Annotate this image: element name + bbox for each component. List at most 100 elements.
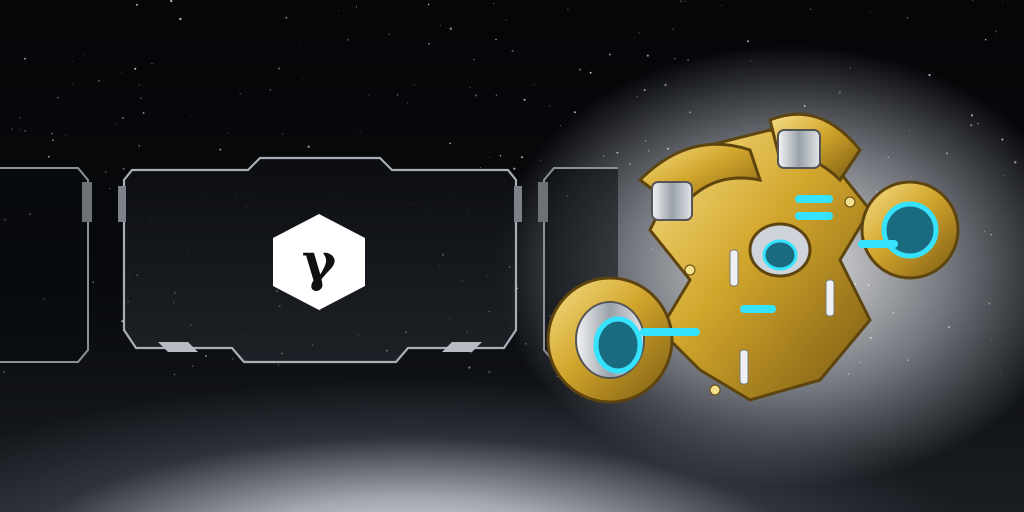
star bbox=[72, 83, 74, 85]
star bbox=[638, 32, 640, 34]
side-card-left bbox=[0, 167, 92, 363]
star bbox=[977, 122, 979, 125]
star bbox=[1004, 175, 1006, 176]
star bbox=[139, 97, 142, 100]
star bbox=[179, 17, 182, 21]
star bbox=[906, 17, 909, 19]
star bbox=[219, 148, 222, 151]
star bbox=[135, 3, 138, 6]
star bbox=[809, 8, 812, 11]
star bbox=[646, 54, 649, 57]
star bbox=[579, 68, 582, 71]
star bbox=[396, 94, 398, 96]
star bbox=[495, 94, 498, 96]
star bbox=[13, 92, 15, 94]
star bbox=[406, 107, 408, 109]
star bbox=[680, 0, 682, 2]
star bbox=[51, 133, 53, 135]
star bbox=[493, 3, 495, 5]
star bbox=[368, 94, 370, 96]
star bbox=[523, 98, 526, 101]
star bbox=[720, 5, 722, 7]
star bbox=[285, 16, 288, 19]
star bbox=[282, 133, 284, 135]
star bbox=[302, 77, 304, 79]
star bbox=[172, 13, 174, 15]
star bbox=[427, 3, 430, 6]
star bbox=[77, 41, 79, 43]
star bbox=[473, 58, 475, 61]
star bbox=[109, 187, 111, 190]
star bbox=[1014, 161, 1017, 164]
star bbox=[142, 112, 145, 114]
star bbox=[687, 59, 689, 61]
star bbox=[511, 49, 514, 52]
star bbox=[901, 48, 903, 50]
star bbox=[278, 67, 281, 70]
star bbox=[170, 0, 173, 3]
star bbox=[1002, 1, 1003, 3]
badge-glyph: γ bbox=[302, 232, 337, 293]
star bbox=[995, 108, 997, 109]
star bbox=[359, 132, 361, 134]
star bbox=[173, 373, 176, 376]
star bbox=[982, 195, 983, 196]
star bbox=[428, 42, 430, 45]
star bbox=[469, 86, 471, 88]
star bbox=[533, 84, 535, 86]
star bbox=[18, 116, 21, 119]
star bbox=[608, 53, 611, 56]
star bbox=[869, 11, 871, 13]
banner-scene: γ bbox=[0, 0, 1024, 512]
star bbox=[669, 2, 671, 4]
star bbox=[19, 128, 21, 130]
star bbox=[449, 142, 451, 145]
star bbox=[673, 57, 676, 60]
star bbox=[388, 33, 391, 36]
star bbox=[138, 84, 141, 86]
star bbox=[97, 79, 101, 82]
star bbox=[71, 61, 73, 62]
star bbox=[24, 129, 27, 132]
star bbox=[567, 8, 569, 10]
star bbox=[634, 37, 635, 39]
star bbox=[809, 51, 810, 53]
star bbox=[24, 57, 26, 60]
star bbox=[134, 67, 137, 70]
star bbox=[488, 370, 491, 374]
star bbox=[120, 71, 122, 73]
star bbox=[984, 39, 987, 41]
star bbox=[151, 63, 153, 65]
star bbox=[307, 145, 310, 148]
star bbox=[849, 67, 851, 69]
star bbox=[10, 128, 13, 131]
star bbox=[115, 124, 116, 126]
star bbox=[970, 114, 974, 117]
star bbox=[347, 38, 350, 41]
star bbox=[138, 144, 141, 147]
tier-badge-hexagon: γ bbox=[273, 214, 365, 310]
star bbox=[589, 71, 592, 74]
star bbox=[299, 46, 301, 48]
star bbox=[495, 38, 497, 41]
star bbox=[2, 370, 5, 373]
star bbox=[970, 124, 973, 127]
relic-artifact-icon bbox=[546, 112, 960, 404]
star bbox=[190, 115, 192, 116]
star bbox=[972, 0, 974, 2]
star bbox=[406, 102, 409, 104]
star bbox=[747, 40, 750, 43]
star bbox=[449, 27, 452, 30]
star bbox=[301, 379, 302, 380]
star bbox=[990, 338, 992, 341]
star bbox=[928, 73, 931, 77]
star bbox=[749, 60, 751, 62]
star bbox=[239, 92, 241, 95]
star bbox=[684, 0, 686, 2]
star bbox=[52, 139, 54, 141]
star bbox=[972, 286, 974, 288]
star bbox=[269, 88, 272, 91]
star bbox=[984, 230, 986, 233]
star bbox=[634, 53, 635, 55]
star bbox=[355, 6, 358, 8]
